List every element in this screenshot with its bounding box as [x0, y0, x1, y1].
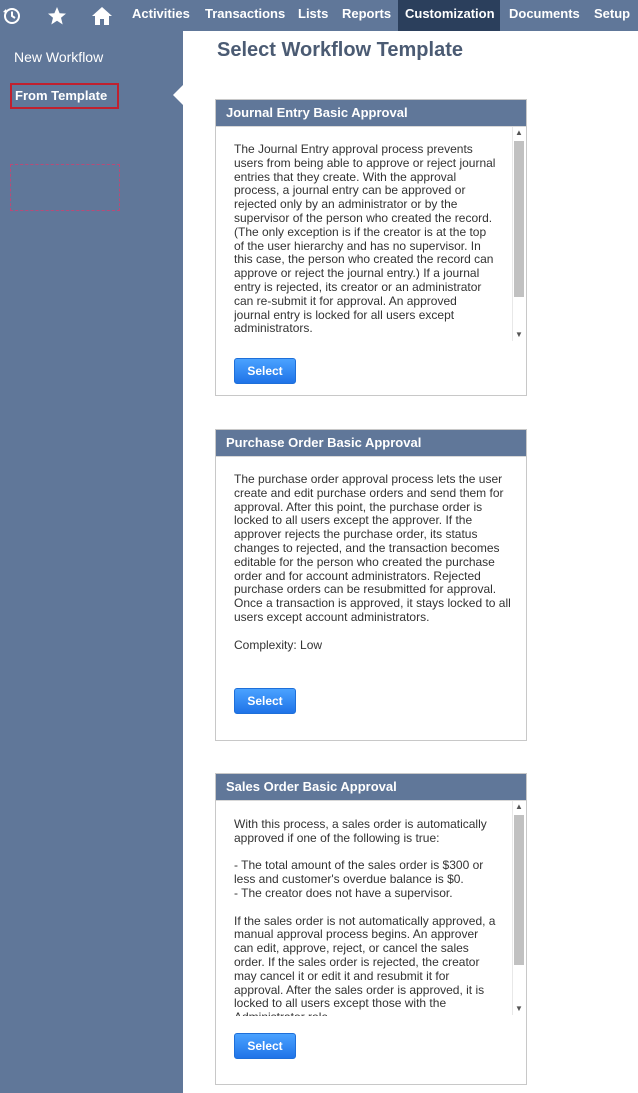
nav-reports[interactable]: Reports [336, 0, 397, 31]
nav-activities[interactable]: Activities [126, 0, 196, 31]
template-card-title: Journal Entry Basic Approval [216, 100, 526, 127]
template-card-purchase-order: Purchase Order Basic Approval The purcha… [215, 429, 527, 741]
template-description: The Journal Entry approval process preve… [234, 143, 496, 336]
template-description: The purchase order approval process lets… [234, 473, 511, 652]
description-scrollbar[interactable]: ▲ ▼ [512, 801, 525, 1015]
template-card-sales-order: Sales Order Basic Approval With this pro… [215, 773, 527, 1085]
template-card-journal-entry: Journal Entry Basic Approval The Journal… [215, 99, 527, 396]
template-description: With this process, a sales order is auto… [234, 818, 496, 1016]
select-button[interactable]: Select [234, 688, 296, 714]
star-icon[interactable] [45, 0, 69, 31]
template-card-title: Purchase Order Basic Approval [216, 430, 526, 457]
select-button[interactable]: Select [234, 358, 296, 384]
drag-ghost-outline [10, 164, 120, 211]
sidebar: New Workflow From Template [0, 31, 183, 1093]
scroll-up-icon[interactable]: ▲ [513, 801, 525, 813]
history-icon[interactable] [1, 0, 23, 31]
sidebar-item-label: From Template [15, 88, 108, 103]
nav-lists[interactable]: Lists [292, 0, 334, 31]
page-title: Select Workflow Template [217, 39, 463, 61]
nav-documents[interactable]: Documents [503, 0, 586, 31]
select-button[interactable]: Select [234, 1033, 296, 1059]
scroll-down-icon[interactable]: ▼ [513, 329, 525, 341]
description-scrollbar[interactable]: ▲ ▼ [512, 127, 525, 341]
nav-setup[interactable]: Setup [588, 0, 636, 31]
top-nav: Activities Transactions Lists Reports Cu… [0, 0, 638, 31]
scroll-up-icon[interactable]: ▲ [513, 127, 525, 139]
template-card-title: Sales Order Basic Approval [216, 774, 526, 801]
scroll-thumb[interactable] [514, 141, 524, 297]
scroll-thumb[interactable] [514, 815, 524, 965]
sidebar-item-new-workflow[interactable]: New Workflow [14, 49, 103, 65]
nav-customization[interactable]: Customization [398, 0, 500, 31]
home-icon[interactable] [90, 0, 114, 31]
sidebar-item-from-template[interactable]: From Template [10, 83, 119, 109]
nav-transactions[interactable]: Transactions [199, 0, 291, 31]
sidebar-selection-notch [173, 85, 183, 105]
scroll-down-icon[interactable]: ▼ [513, 1003, 525, 1015]
